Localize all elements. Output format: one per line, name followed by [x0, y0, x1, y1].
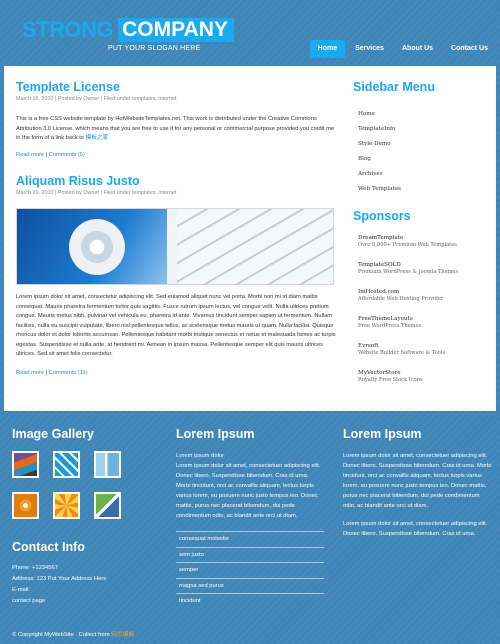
nav-services[interactable]: Services [347, 40, 392, 58]
sponsor-desc: Royalty Free Stock Icons [358, 377, 423, 383]
footer-right-paragraph: Lorem ipsum dolor sit amet, consectetuer… [343, 521, 488, 537]
footer-link[interactable]: magna sed purus [176, 577, 324, 594]
gallery-thumbnail[interactable] [12, 451, 39, 478]
gallery-thumbnail[interactable] [94, 492, 121, 519]
nav-contact-us[interactable]: Contact Us [443, 40, 496, 58]
logo-company-text: COMPANY [118, 18, 234, 42]
main-nav: Home Services About Us Contact Us [308, 40, 496, 58]
sidebar-item-templateinfo[interactable]: TemplateInfo [353, 122, 493, 137]
sponsor-item[interactable]: TemplateSOLD Premium WordPress & Joomla … [353, 261, 493, 276]
sponsor-name[interactable]: TemplateSOLD [358, 261, 493, 269]
logo-strong-text: STRONG [22, 17, 114, 42]
footer-mid-links: consequat molestie sem justo semper magn… [176, 531, 324, 609]
sidebar-item-style-demo[interactable]: Style Demo [353, 137, 493, 152]
sidebar: Sidebar Menu Home TemplateInfo Style Dem… [353, 80, 493, 384]
sidebar-menu-title: Sidebar Menu [353, 80, 435, 94]
gallery-title: Image Gallery [12, 427, 94, 441]
post-body: Lorem ipsum dolor sit amet, consectetur … [16, 294, 336, 357]
sponsor-desc: Premium WordPress & Joomla Themes [358, 269, 459, 275]
footer-link[interactable]: sem justo [176, 546, 324, 563]
footer-link[interactable]: tincidunt [176, 593, 324, 609]
read-more-link[interactable]: Read more [16, 370, 44, 376]
sponsor-name[interactable]: Evrsoft [358, 342, 493, 350]
footer-mid-paragraph: Lorem ipsum dolor sit amet, consectetuer… [176, 463, 321, 519]
post-links: Read more | Comments (11) [16, 369, 88, 376]
footer-right-paragraph: Lorem ipsum dolor sit amet, consectetuer… [343, 453, 492, 509]
sponsor-item[interactable]: FreeThemeLayouts Free WordPress Themes [353, 315, 493, 330]
post-image-headphones-keyboard [16, 208, 334, 285]
contact-email-label: E-mail: [12, 587, 31, 593]
credit-link[interactable]: 模板之家 [86, 135, 109, 141]
sidebar-item-blog[interactable]: Blog [353, 152, 493, 167]
site-header: STRONG COMPANY PUT YOUR SLOGAN HERE Home… [0, 0, 500, 66]
gallery-thumbnail[interactable] [12, 492, 39, 519]
contact-info: Phone: +1234567 Address: 123 Put Your Ad… [12, 563, 162, 607]
post: Aliquam Risus Justo March 16, 2010 | Pos… [16, 174, 338, 376]
post-body-text: This is a free CSS website template by H… [16, 116, 335, 141]
main-column: Template License March 16, 2010 | Posted… [16, 80, 338, 376]
footer-middle-column: Lorem Ipsum Lorem ipsum dolor Lorem ipsu… [176, 427, 324, 609]
copyright-link[interactable]: 网页模板 [111, 632, 134, 638]
contact-email: E-mail: [12, 585, 162, 596]
sidebar-item-home[interactable]: Home [353, 107, 493, 122]
sponsor-desc: Website Builder Software & Tools [358, 350, 446, 356]
contact-address: Address: 123 Put Your Address Here [12, 576, 107, 582]
sponsor-name[interactable]: MyVectorStore [358, 369, 493, 377]
sponsor-item[interactable]: DreamTemplate Over 6,000+ Premium Web Te… [353, 234, 493, 249]
image-keyboard-shape [177, 209, 333, 284]
contact-title: Contact Info [12, 540, 85, 554]
gallery-thumbnails [12, 451, 162, 519]
sidebar-item-archives[interactable]: Archives [353, 167, 493, 182]
footer-link[interactable]: consequat molestie [176, 531, 324, 547]
site-logo[interactable]: STRONG COMPANY [22, 18, 234, 42]
content-panel: Template License March 16, 2010 | Posted… [4, 66, 496, 411]
sponsor-item[interactable]: ImHosted.com Affordable Web Hosting Prov… [353, 288, 493, 303]
sponsor-item[interactable]: MyVectorStore Royalty Free Stock Icons [353, 369, 493, 384]
post-title[interactable]: Template License [16, 80, 338, 95]
sponsor-list: DreamTemplate Over 6,000+ Premium Web Te… [353, 234, 493, 384]
post-meta: March 16, 2010 | Posted by Owner | Filed… [16, 96, 177, 102]
contact-phone: Phone: +1234567 [12, 565, 58, 571]
gallery-thumbnail[interactable] [94, 451, 121, 478]
sponsor-desc: Free WordPress Themes [358, 323, 422, 329]
footer-right-column: Lorem Ipsum Lorem ipsum dolor sit amet, … [343, 427, 493, 539]
site-slogan: PUT YOUR SLOGAN HERE [108, 45, 201, 52]
image-gallery-column: Image Gallery Contact Info Phone: +12345… [12, 427, 162, 607]
post-title[interactable]: Aliquam Risus Justo [16, 174, 338, 189]
footer-mid-title: Lorem Ipsum [176, 427, 255, 441]
sponsor-name[interactable]: FreeThemeLayouts [358, 315, 493, 323]
post-links: Read more | Comments (5) [16, 151, 85, 158]
sponsor-desc: Affordable Web Hosting Provider [358, 296, 444, 302]
contact-page-link[interactable]: contact page [12, 596, 162, 607]
sponsor-item[interactable]: Evrsoft Website Builder Software & Tools [353, 342, 493, 357]
footer-mid-text: Lorem ipsum dolor Lorem ipsum dolor sit … [176, 451, 324, 521]
nav-home[interactable]: Home [309, 40, 346, 58]
sidebar-menu: Home TemplateInfo Style Demo Blog Archiv… [353, 107, 493, 197]
sponsor-desc: Over 6,000+ Premium Web Templates [358, 242, 457, 248]
sponsors-title: Sponsors [353, 209, 411, 223]
gallery-thumbnail[interactable] [53, 451, 80, 478]
copyright: © Copyright MyWebSite . Collect from 网页模… [12, 629, 134, 638]
sponsor-name[interactable]: ImHosted.com [358, 288, 493, 296]
comments-link[interactable]: Comments (5) [49, 152, 85, 158]
footer-link[interactable]: semper [176, 562, 324, 578]
image-headphone-shape [69, 219, 125, 275]
post-body: This is a free CSS website template by H… [16, 115, 338, 144]
footer-right-title: Lorem Ipsum [343, 427, 422, 441]
footer-mid-paragraph: Lorem ipsum dolor [176, 453, 225, 459]
post: Template License March 16, 2010 | Posted… [16, 80, 338, 158]
gallery-thumbnail[interactable] [53, 492, 80, 519]
nav-about-us[interactable]: About Us [394, 40, 441, 58]
comments-link[interactable]: Comments (11) [49, 370, 88, 376]
post-meta: March 16, 2010 | Posted by Owner | Filed… [16, 190, 177, 196]
footer-right-text: Lorem ipsum dolor sit amet, consectetuer… [343, 451, 493, 539]
sidebar-item-web-templates[interactable]: Web Templates [353, 182, 493, 197]
read-more-link[interactable]: Read more [16, 152, 44, 158]
copyright-text: © Copyright MyWebSite . Collect from [12, 632, 112, 638]
sponsor-name[interactable]: DreamTemplate [358, 234, 493, 242]
